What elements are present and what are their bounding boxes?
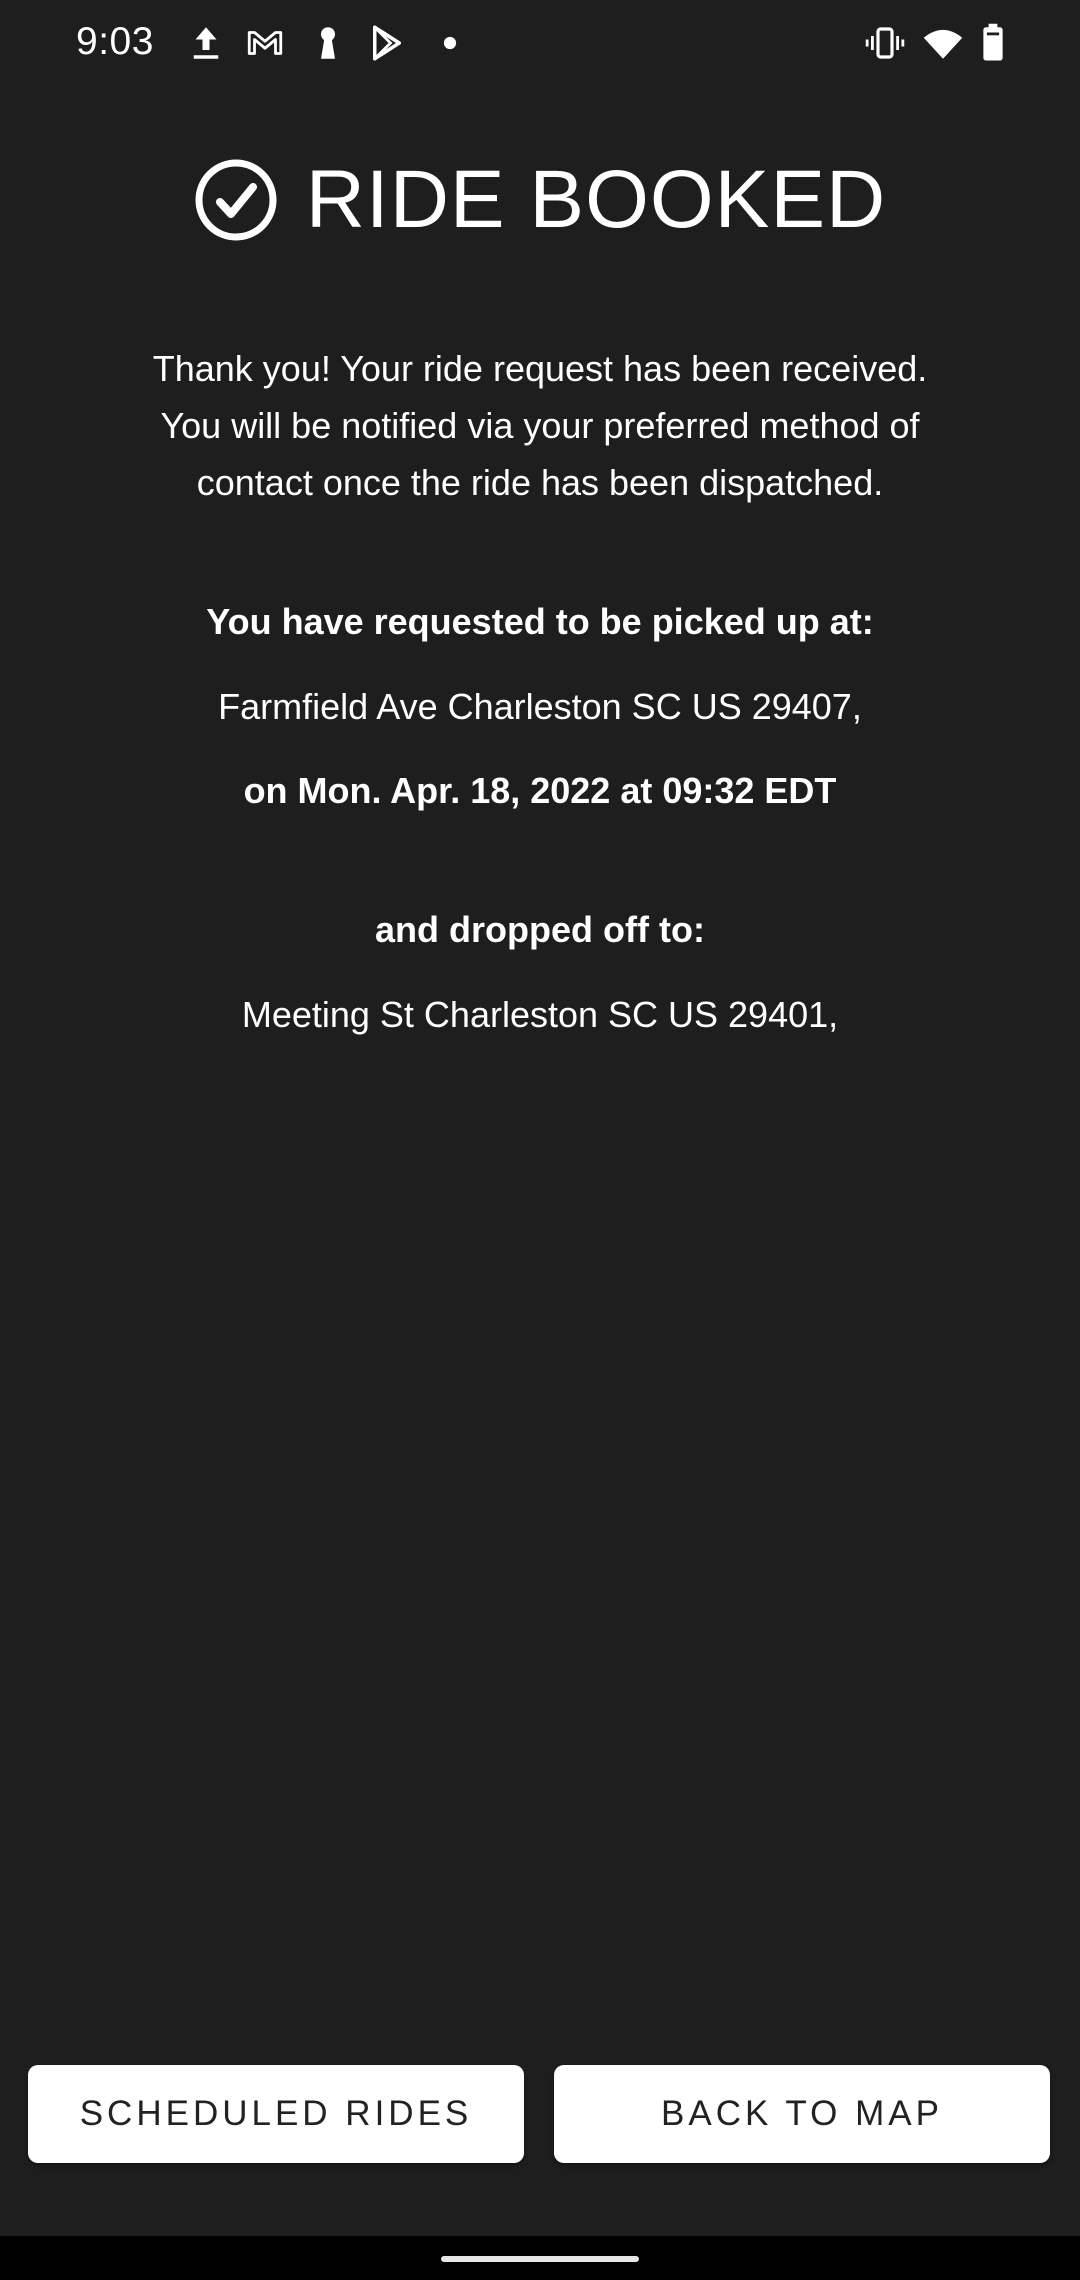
vibrate-icon: [864, 22, 906, 64]
status-bar: 9:03: [0, 0, 1080, 86]
navigation-bar: [0, 2236, 1080, 2280]
pickup-address: Farmfield Ave Charleston SC US 29407,: [218, 686, 862, 727]
status-time: 9:03: [76, 20, 154, 63]
battery-icon: [972, 22, 1014, 64]
play-store-icon: [366, 22, 408, 64]
intro-line: contact once the ride has been dispatche…: [196, 462, 884, 503]
upload-icon: [185, 22, 227, 64]
scheduled-rides-button[interactable]: SCHEDULED RIDES: [28, 2065, 524, 2163]
intro-line: Thank you! Your ride request has been re…: [152, 348, 928, 389]
wifi-icon: [922, 22, 964, 64]
pickup-datetime: on Mon. Apr. 18, 2022 at 09:32 EDT: [243, 770, 837, 811]
notification-dot-icon: [429, 22, 471, 64]
home-handle[interactable]: [441, 2256, 639, 2262]
confirmation-message: Thank you! Your ride request has been re…: [90, 340, 990, 511]
pickup-label: You have requested to be picked up at:: [206, 601, 874, 642]
dropoff-address: Meeting St Charleston SC US 29401,: [241, 994, 839, 1035]
intro-line: You will be notified via your preferred …: [160, 405, 920, 446]
dropoff-label: and dropped off to:: [375, 909, 705, 950]
gmail-icon: [244, 22, 286, 64]
page-title: RIDE BOOKED: [305, 154, 887, 245]
back-to-map-button[interactable]: BACK TO MAP: [554, 2065, 1050, 2163]
keyhole-icon: [307, 22, 349, 64]
check-circle-icon: [194, 158, 278, 242]
header: RIDE BOOKED: [0, 150, 1080, 250]
